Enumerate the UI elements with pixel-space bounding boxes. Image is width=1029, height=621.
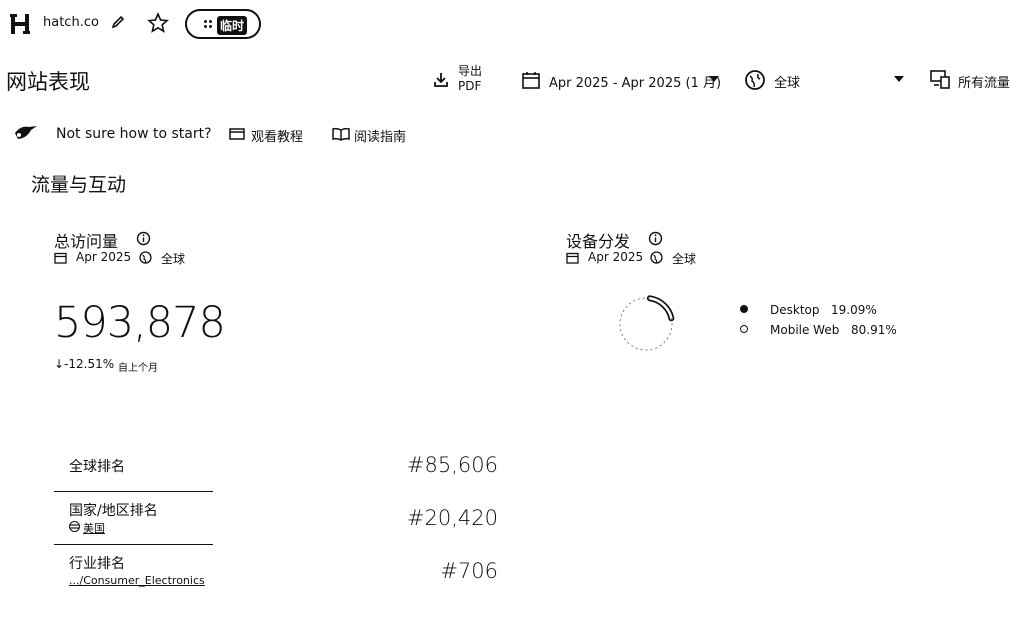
us-flag-icon [69, 521, 80, 532]
total-visits-value: 593,878 [54, 298, 226, 348]
divider [54, 491, 213, 492]
grip-icon [203, 19, 213, 29]
legend-desktop-share: 19.09% [831, 303, 877, 317]
region-select[interactable]: 全球 [774, 72, 800, 91]
video-icon[interactable] [229, 127, 245, 141]
info-icon[interactable] [136, 231, 151, 246]
visits-title: 总访问量 [54, 232, 119, 251]
divider [54, 544, 213, 545]
chevron-down-icon[interactable] [708, 74, 720, 84]
country-rank-value: #20,420 [406, 506, 498, 530]
legend-marker-desktop [740, 305, 748, 313]
site-logo-icon [10, 13, 30, 35]
visits-change: ↓-12.51% [54, 357, 115, 371]
visits-change-suffix: 自上个月 [118, 363, 158, 374]
temp-tag-button[interactable]: 临时 [185, 9, 261, 39]
globe-icon [650, 251, 663, 264]
watch-tutorial-link[interactable]: 观看教程 [251, 126, 303, 145]
site-name[interactable]: hatch.co [43, 15, 99, 30]
page-title: 网站表现 [6, 70, 90, 94]
industry-link[interactable]: .../Consumer_Electronics [69, 574, 205, 587]
edit-icon[interactable] [110, 14, 126, 30]
global-rank-label: 全球排名 [69, 459, 125, 475]
industry-rank-label: 行业排名 [69, 556, 125, 572]
device-donut-chart [619, 295, 675, 351]
global-rank-value: #85,606 [406, 453, 498, 477]
legend-mobile-share: 80.91% [851, 323, 897, 337]
devices-region: 全球 [672, 252, 697, 266]
devices-period: Apr 2025 [588, 250, 644, 264]
visits-period: Apr 2025 [76, 250, 132, 264]
help-question: Not sure how to start? [56, 126, 212, 142]
calendar-icon [54, 251, 67, 264]
download-icon[interactable] [432, 71, 450, 89]
export-pdf-button[interactable]: 导出 PDF [458, 64, 488, 94]
traffic-type-select[interactable]: 所有流量 [958, 72, 1010, 91]
date-range-select[interactable]: Apr 2025 - Apr 2025 (1 月) [549, 72, 721, 91]
calendar-icon[interactable] [521, 70, 541, 90]
devices-title: 设备分发 [566, 232, 631, 251]
legend-mobile-name: Mobile Web [770, 323, 840, 337]
star-icon[interactable] [147, 12, 169, 34]
book-icon[interactable] [332, 127, 350, 141]
calendar-icon [566, 251, 579, 264]
legend-marker-mobile [740, 325, 748, 333]
legend-desktop-name: Desktop [770, 303, 820, 317]
read-guide-link[interactable]: 阅读指南 [354, 126, 406, 145]
devices-icon[interactable] [929, 68, 951, 90]
globe-icon[interactable] [744, 69, 766, 91]
bird-icon [13, 123, 39, 143]
country-link[interactable]: 美国 [83, 520, 105, 536]
visits-region: 全球 [161, 252, 186, 266]
pill-label: 临时 [217, 16, 248, 35]
info-icon[interactable] [648, 231, 663, 246]
industry-rank-value: #706 [440, 559, 498, 583]
globe-icon [139, 251, 152, 264]
section-title: 流量与互动 [31, 174, 127, 196]
chevron-down-icon[interactable] [893, 74, 905, 84]
country-rank-label: 国家/地区排名 [69, 503, 158, 519]
